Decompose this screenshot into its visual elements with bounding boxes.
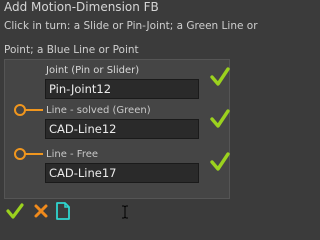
instruction-line-1: Click in turn: a Slide or Pin-Joint; a G… [4,20,258,32]
joint-label: Joint (Pin or Slider) [46,65,140,76]
instruction-line-2: Point; a Blue Line or Point [4,44,139,56]
dialog-title: Add Motion-Dimension FB [4,0,159,14]
pin-line-icon [14,148,43,160]
joint-field[interactable] [45,79,199,99]
cancel-x-icon[interactable] [32,202,50,220]
free-line-field[interactable] [45,163,199,183]
joint-check-icon [210,67,230,86]
pin-line-icon [14,104,43,116]
ok-check-icon[interactable] [6,202,24,220]
solved-line-check-icon [210,109,230,128]
free-line-check-icon [210,152,230,171]
text-cursor-icon [122,205,128,219]
free-line-label: Line - Free [46,149,99,160]
new-document-icon[interactable] [55,202,71,220]
solved-line-label: Line - solved (Green) [46,105,151,116]
solved-line-field[interactable] [45,119,199,139]
selection-panel: Joint (Pin or Slider) Line - solved (Gre… [4,59,230,199]
